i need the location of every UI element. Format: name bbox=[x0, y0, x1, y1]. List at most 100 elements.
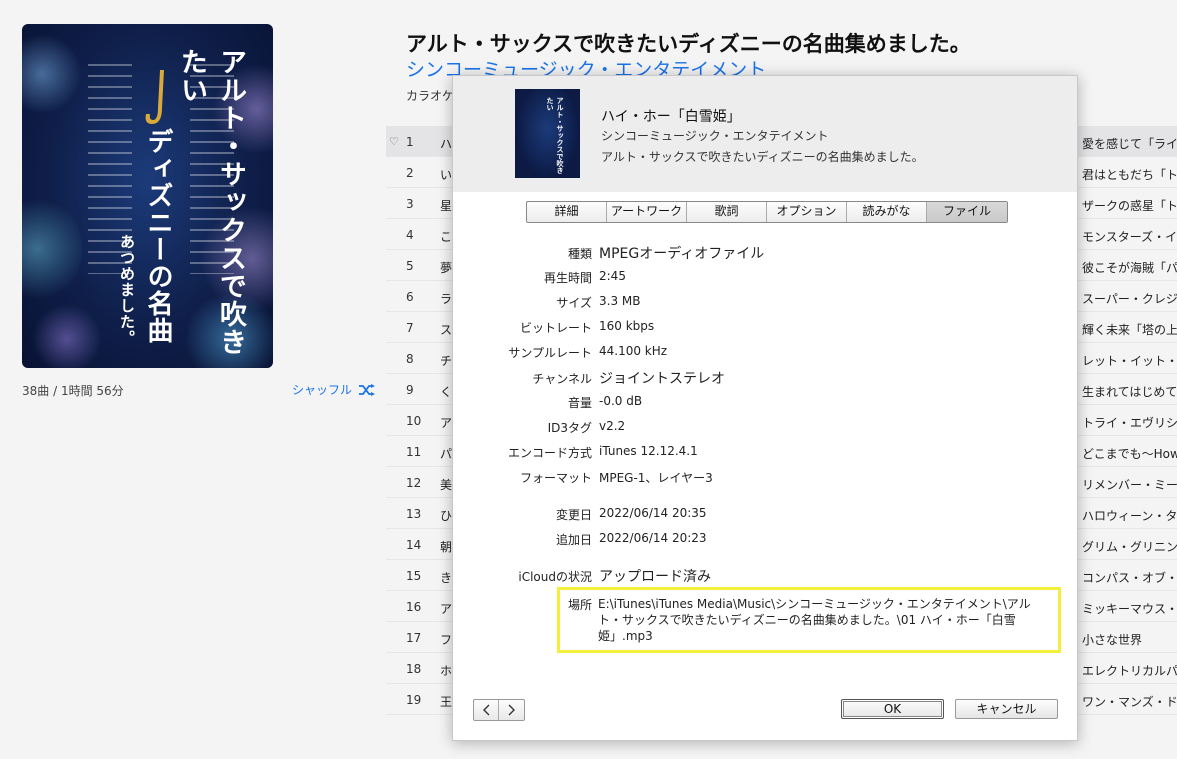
track-number: 1 bbox=[406, 135, 414, 149]
info-samplerate: サンプルレート 44.100 kHz bbox=[453, 344, 1079, 362]
shuffle-button[interactable]: シャッフル bbox=[292, 381, 376, 398]
dialog-header: アルト・サックスで吹きたい ハイ・ホー「白雪姫」 シンコーミュージック・エンタテ… bbox=[453, 76, 1077, 192]
album-artwork: アルト・サックスで吹きたい ディズニーの名曲 あつめました。 bbox=[22, 24, 273, 368]
info-icloud-label: iCloudの状況 bbox=[518, 570, 592, 584]
track-title-secondary: リメンバー・ミー「リメ bbox=[1082, 478, 1177, 492]
info-bitrate-label: ビットレート bbox=[519, 321, 592, 335]
track-title: ア bbox=[440, 602, 453, 616]
info-kind-value: MPEGオーディオファイル bbox=[599, 246, 765, 262]
track-number: 2 bbox=[406, 166, 414, 180]
track-title-secondary: モンスターズ・インク bbox=[1082, 230, 1177, 244]
info-size: サイズ 3.3 MB bbox=[453, 294, 1079, 312]
info-location-value[interactable]: E:\iTunes\iTunes Media\Music\シンコーミュージック・… bbox=[598, 596, 1050, 644]
track-title: ホ bbox=[440, 664, 453, 678]
tab-options[interactable]: オプション bbox=[767, 202, 847, 222]
dialog-tabs: 詳細 アートワーク 歌詞 オプション 読みがな ファイル bbox=[526, 201, 1008, 223]
track-title-secondary: トライ・エヴリシング bbox=[1082, 416, 1177, 430]
track-title-secondary: コンパス・オブ・ユア bbox=[1082, 571, 1177, 585]
cancel-button[interactable]: キャンセル bbox=[955, 699, 1058, 719]
info-volume: 音量 -0.0 dB bbox=[453, 394, 1079, 412]
dialog-song-title: ハイ・ホー「白雪姫」 bbox=[601, 109, 741, 125]
info-added-value: 2022/06/14 20:23 bbox=[599, 531, 707, 545]
info-format: フォーマット MPEG-1、レイヤー3 bbox=[453, 469, 1079, 487]
next-track-button[interactable] bbox=[499, 700, 524, 720]
track-title-secondary: ハロウィーン・タウン bbox=[1082, 509, 1177, 523]
info-samplerate-value: 44.100 kHz bbox=[599, 344, 668, 358]
track-title-secondary: ザークの惑星「トイ・ bbox=[1082, 199, 1177, 213]
track-title-secondary: 愛を感じて「ライオン bbox=[1082, 137, 1177, 151]
info-encoder-value: iTunes 12.12.4.1 bbox=[599, 444, 698, 458]
info-channel-value: ジョイントステレオ bbox=[599, 371, 725, 387]
track-title-secondary: 小さな世界 bbox=[1082, 633, 1143, 647]
album-title: アルト・サックスで吹きたいディズニーの名曲集めました。 bbox=[406, 32, 971, 56]
track-title-secondary: 輝く未来「塔の上の bbox=[1082, 323, 1177, 337]
info-format-label: フォーマット bbox=[519, 471, 592, 485]
tab-lyrics[interactable]: 歌詞 bbox=[687, 202, 767, 222]
info-bitrate-value: 160 kbps bbox=[599, 319, 655, 333]
info-channel: チャンネル ジョイントステレオ bbox=[453, 368, 1079, 387]
art-title-line2: ディズニーの名曲 bbox=[143, 128, 173, 344]
track-title-secondary: レット・イット・ゴー「 bbox=[1082, 354, 1177, 368]
track-number: 16 bbox=[406, 600, 422, 614]
album-summary: 38曲 / 1時間 56分 bbox=[22, 384, 124, 398]
info-id3: ID3タグ v2.2 bbox=[453, 419, 1079, 437]
info-time-value: 2:45 bbox=[599, 269, 626, 283]
info-icloud-value: アップロード済み bbox=[599, 569, 711, 585]
track-number: 18 bbox=[406, 662, 422, 676]
dialog-album: アルト・サックスで吹きたいディズニーの名曲集めました。 bbox=[601, 150, 924, 164]
location-highlight: 場所 E:\iTunes\iTunes Media\Music\シンコーミュージ… bbox=[557, 587, 1061, 653]
info-encoder: エンコード方式 iTunes 12.12.4.1 bbox=[453, 444, 1079, 462]
info-samplerate-label: サンプルレート bbox=[508, 346, 592, 360]
info-icloud: iCloudの状況 アップロード済み bbox=[453, 566, 1079, 585]
track-number: 19 bbox=[406, 693, 422, 707]
info-time-label: 再生時間 bbox=[543, 271, 592, 285]
info-volume-label: 音量 bbox=[567, 396, 592, 410]
dialog-art-title: アルト・サックスで吹きたい bbox=[546, 97, 565, 174]
info-location-label: 場所 bbox=[568, 598, 593, 612]
tab-file[interactable]: ファイル bbox=[927, 202, 1007, 222]
track-title: い bbox=[440, 168, 453, 182]
dialog-artist: シンコーミュージック・エンタテイメント bbox=[601, 129, 829, 143]
tab-details[interactable]: 詳細 bbox=[527, 202, 607, 222]
art-title-line1: アルト・サックスで吹きたい bbox=[176, 48, 246, 356]
info-added: 追加日 2022/06/14 20:23 bbox=[453, 531, 1079, 549]
info-size-label: サイズ bbox=[556, 296, 592, 310]
shuffle-label: シャッフル bbox=[292, 383, 353, 397]
info-channel-label: チャンネル bbox=[532, 372, 592, 386]
track-title-secondary: ワン・マンズ・ドリー bbox=[1082, 695, 1177, 709]
info-encoder-label: エンコード方式 bbox=[507, 446, 592, 460]
info-id3-value: v2.2 bbox=[599, 419, 626, 433]
info-id3-label: ID3タグ bbox=[547, 421, 592, 435]
track-title-secondary: ミッキーマウス・マー bbox=[1082, 602, 1177, 616]
info-modified-label: 変更日 bbox=[555, 508, 592, 522]
track-title-secondary: 君はともだち「トイ・ bbox=[1082, 168, 1177, 182]
info-format-value: MPEG-1、レイヤー3 bbox=[599, 471, 713, 485]
ok-button[interactable]: OK bbox=[841, 699, 944, 719]
info-time: 再生時間 2:45 bbox=[453, 269, 1079, 287]
shuffle-icon bbox=[359, 383, 376, 396]
track-title-secondary: 生まれてはじめて「 bbox=[1082, 385, 1177, 399]
track-number: 4 bbox=[406, 228, 414, 242]
art-title-line3: あつめました。 bbox=[118, 234, 136, 346]
saxophone-icon bbox=[145, 70, 164, 124]
info-size-value: 3.3 MB bbox=[599, 294, 641, 308]
track-title-secondary: スーパー・クレジット bbox=[1082, 292, 1177, 306]
info-modified: 変更日 2022/06/14 20:35 bbox=[453, 506, 1079, 524]
info-kind-label: 種類 bbox=[567, 247, 592, 261]
info-bitrate: ビットレート 160 kbps bbox=[453, 319, 1079, 337]
dialog-artwork: アルト・サックスで吹きたい bbox=[515, 89, 580, 178]
track-title: こ bbox=[440, 230, 453, 244]
track-title: 王 bbox=[440, 695, 453, 709]
tab-artwork[interactable]: アートワーク bbox=[607, 202, 687, 222]
heart-icon[interactable]: ♡ bbox=[389, 135, 399, 148]
song-info-dialog: アルト・サックスで吹きたい ハイ・ホー「白雪姫」 シンコーミュージック・エンタテ… bbox=[452, 75, 1078, 741]
info-kind: 種類 MPEGオーディオファイル bbox=[453, 243, 1079, 262]
info-added-label: 追加日 bbox=[555, 533, 592, 547]
track-number: 17 bbox=[406, 631, 422, 645]
info-volume-value: -0.0 dB bbox=[599, 394, 643, 408]
track-title: フ bbox=[440, 633, 453, 647]
track-title-secondary: どこまでも～How F bbox=[1082, 447, 1177, 461]
previous-track-button[interactable] bbox=[474, 700, 499, 720]
tab-sorting[interactable]: 読みがな bbox=[847, 202, 927, 222]
track-title-secondary: エレクトリカルパレー bbox=[1082, 664, 1177, 678]
